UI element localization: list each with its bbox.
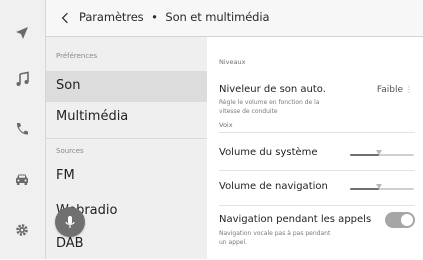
more-options-icon[interactable]: ⋮ <box>405 85 413 94</box>
gear-icon[interactable] <box>7 215 37 245</box>
music-note-icon[interactable] <box>7 64 37 94</box>
sidebar-item-label: DAB <box>56 236 84 251</box>
slider-handle[interactable] <box>376 150 382 155</box>
sidebar-item-label: FM <box>56 168 75 183</box>
section-label-niveaux: Niveaux <box>219 58 246 66</box>
breadcrumb-separator: • <box>151 10 158 24</box>
app-rail <box>0 0 46 259</box>
phone-icon[interactable] <box>7 114 37 144</box>
system-volume-title: Volume du système <box>219 147 318 158</box>
sidebar-item-multimedia[interactable]: Multimédia <box>46 102 207 133</box>
divider <box>219 170 415 171</box>
settings-content: Niveaux Niveleur de son auto. Faible ⋮ R… <box>207 37 423 259</box>
divider <box>46 138 207 139</box>
navigation-arrow-icon[interactable] <box>7 18 37 48</box>
breadcrumb: Paramètres • Son et multimédia <box>79 10 270 24</box>
divider <box>219 205 415 206</box>
back-chevron-icon[interactable] <box>58 10 72 26</box>
slider-handle[interactable] <box>376 184 382 189</box>
nav-during-calls-toggle[interactable] <box>385 212 415 228</box>
auto-leveler-title: Niveleur de son auto. <box>219 84 326 95</box>
breadcrumb-current: Son et multimédia <box>165 10 270 24</box>
system-volume-slider[interactable] <box>350 150 414 160</box>
breadcrumb-parent[interactable]: Paramètres <box>79 10 144 24</box>
slider-fill <box>350 154 379 156</box>
toggle-knob <box>401 214 413 226</box>
sidebar-item-label: Multimédia <box>56 109 129 124</box>
voice-assistant-button[interactable] <box>55 207 85 237</box>
section-label-sources: Sources <box>56 147 84 155</box>
nav-during-calls-title: Navigation pendant les appels <box>219 214 372 225</box>
header-bar: Paramètres • Son et multimédia <box>46 0 423 37</box>
divider <box>219 132 415 133</box>
nav-during-calls-description: Navigation vocale pas à pas pendant un a… <box>219 230 331 246</box>
navigation-volume-slider[interactable] <box>350 184 414 194</box>
microphone-icon <box>65 216 75 228</box>
sidebar-item-fm[interactable]: FM <box>46 161 207 192</box>
slider-fill <box>350 188 379 190</box>
sidebar-item-label: Son <box>56 78 81 93</box>
screen: Paramètres • Son et multimédia Préférenc… <box>0 0 423 259</box>
navigation-volume-title: Volume de navigation <box>219 181 328 192</box>
car-icon[interactable] <box>7 164 37 194</box>
section-label-voix: Voix <box>219 121 233 129</box>
auto-leveler-description: Règle le volume en fonction de la vitess… <box>219 99 320 115</box>
sidebar-item-son[interactable]: Son <box>46 71 207 102</box>
section-label-preferences: Préférences <box>56 52 98 60</box>
auto-leveler-value: Faible <box>376 85 403 95</box>
